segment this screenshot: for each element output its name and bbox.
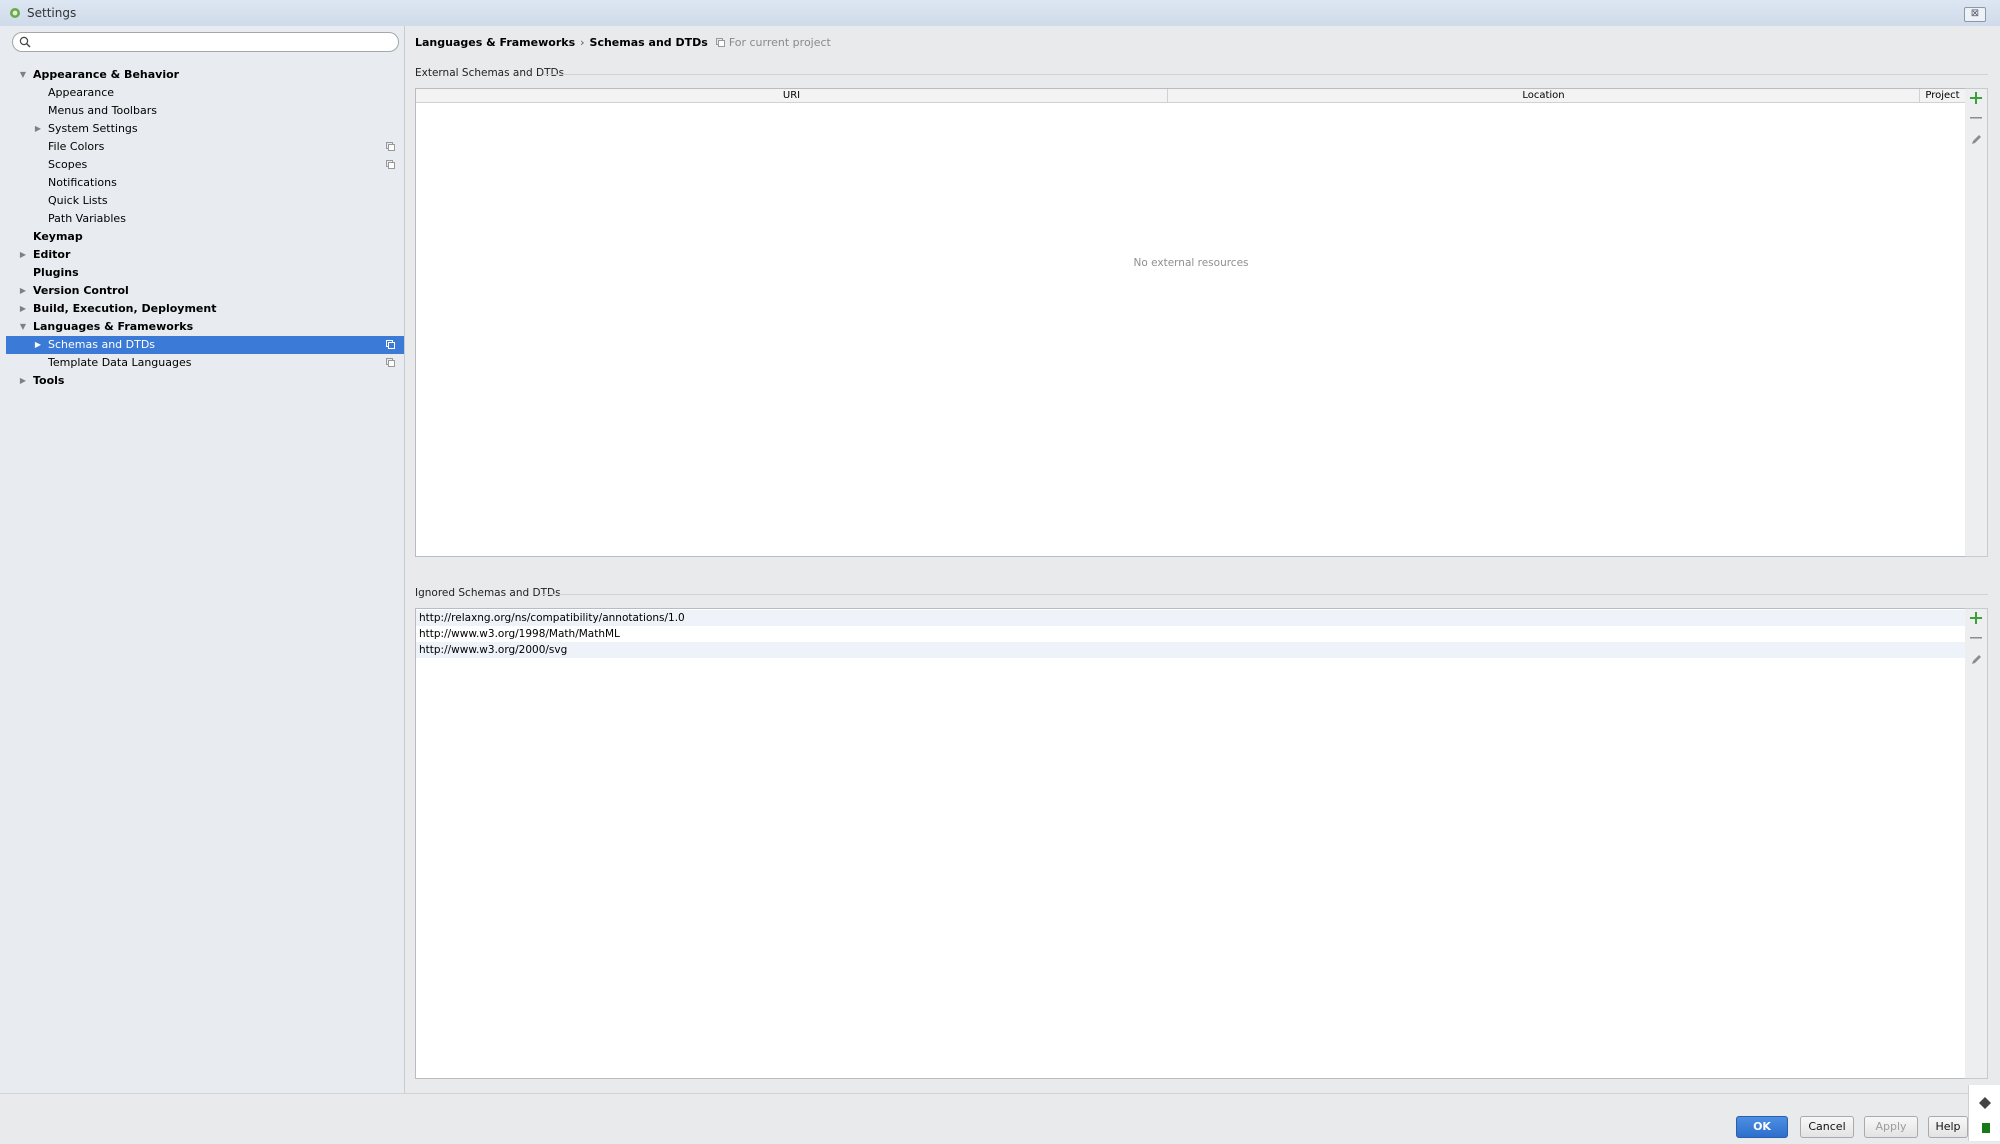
expand-arrow-right-icon[interactable]: ▶ [33, 120, 43, 138]
ignored-schema-row[interactable]: http://relaxng.org/ns/compatibility/anno… [416, 610, 1966, 626]
sidebar-item-label: Tools [33, 374, 65, 387]
sidebar-item-label: File Colors [48, 140, 105, 153]
project-scope-icon [386, 340, 395, 349]
sidebar-item[interactable]: Plugins [0, 264, 404, 282]
ignored-section-title: Ignored Schemas and DTDs [415, 587, 561, 599]
scope-label: For current project [728, 36, 831, 49]
sidebar-item-label: Appearance [48, 86, 115, 99]
settings-sidebar: ▼ Appearance & Behavior Appearance Menus an… [0, 26, 405, 1093]
breadcrumb-current: Schemas and DTDs [589, 36, 708, 49]
sidebar-item-label: Build, Execution, Deployment [33, 302, 217, 315]
expand-arrow-down-icon[interactable]: ▼ [18, 318, 28, 336]
project-scope-icon [386, 142, 395, 151]
breadcrumb: Languages & Frameworks › Schemas and DTDs F… [415, 36, 831, 49]
section-divider [543, 74, 1988, 75]
sidebar-item-label: Schemas and DTDs [48, 338, 156, 351]
expand-arrow-right-icon[interactable]: ▶ [18, 246, 28, 264]
remove-external-button[interactable] [1967, 109, 1985, 127]
edit-ignored-button[interactable] [1967, 651, 1985, 669]
remove-ignored-button[interactable] [1967, 629, 1985, 647]
remove-icon [1970, 637, 1982, 639]
expand-arrow-right-icon[interactable]: ▶ [33, 336, 43, 354]
column-header-project[interactable]: Project [1920, 89, 1965, 102]
ignored-schema-row[interactable]: http://www.w3.org/2000/svg [416, 642, 1966, 658]
sidebar-item-label: Editor [33, 248, 71, 261]
search-icon [19, 36, 31, 48]
add-icon [1970, 612, 1982, 624]
section-divider [541, 594, 1988, 595]
sidebar-item[interactable]: File Colors [0, 138, 404, 156]
sidebar-item-label: Notifications [48, 176, 117, 189]
close-icon: ⊠ [1970, 8, 1980, 19]
sidebar-item[interactable]: ▶ Version Control [0, 282, 404, 300]
add-ignored-button[interactable] [1967, 609, 1985, 627]
breadcrumb-parent: Languages & Frameworks [415, 36, 576, 49]
empty-table-message: No external resources [1133, 257, 1249, 269]
sidebar-item[interactable]: Keymap [0, 228, 404, 246]
sidebar-item[interactable]: ▼ Appearance & Behavior [0, 66, 404, 84]
column-header-uri[interactable]: URI [416, 89, 1168, 102]
sidebar-item[interactable]: Appearance [0, 84, 404, 102]
ignored-schemas-list[interactable]: http://relaxng.org/ns/compatibility/anno… [415, 608, 1967, 1079]
external-schemas-table[interactable]: URI Location Project No external resourc… [415, 88, 1967, 557]
ignored-toolbar [1965, 608, 1988, 1079]
ok-button[interactable]: OK [1736, 1116, 1788, 1138]
title-bar: Settings ⊠ [0, 0, 2000, 27]
settings-search-input[interactable] [12, 32, 399, 52]
remove-icon [1970, 117, 1982, 119]
project-scope-icon [715, 37, 725, 47]
sidebar-item[interactable]: Template Data Languages [0, 354, 404, 372]
sidebar-item[interactable]: ▼ Languages & Frameworks [0, 318, 404, 336]
pencil-icon [1972, 135, 1981, 144]
sidebar-item[interactable]: Notifications [0, 174, 404, 192]
column-header-location[interactable]: Location [1168, 89, 1920, 102]
sidebar-item-label: Keymap [33, 230, 83, 243]
expand-arrow-right-icon[interactable]: ▶ [18, 372, 28, 390]
sidebar-item[interactable]: ▶ Build, Execution, Deployment [0, 300, 404, 318]
edit-external-button[interactable] [1967, 131, 1985, 149]
sidebar-item-label: System Settings [48, 122, 138, 135]
sidebar-item-label: Template Data Languages [48, 356, 192, 369]
project-scope-icon [386, 160, 395, 169]
sidebar-item-label: Appearance & Behavior [33, 68, 180, 81]
breadcrumb-separator: › [580, 36, 585, 49]
add-icon [1970, 92, 1982, 104]
sidebar-item[interactable]: Quick Lists [0, 192, 404, 210]
sidebar-item[interactable]: ▶ System Settings [0, 120, 404, 138]
cancel-button[interactable]: Cancel [1800, 1116, 1854, 1138]
sidebar-item[interactable]: Scopes [0, 156, 404, 174]
expand-arrow-right-icon[interactable]: ▶ [18, 300, 28, 318]
sidebar-item-label: Menus and Toolbars [48, 104, 157, 117]
help-button[interactable]: Help [1928, 1116, 1968, 1138]
apply-button[interactable]: Apply [1864, 1116, 1918, 1138]
sidebar-item-label: Scopes [48, 158, 88, 171]
table-header: URI Location Project [416, 89, 1966, 103]
sidebar-item[interactable]: ▶ Editor [0, 246, 404, 264]
pencil-icon [1972, 655, 1981, 664]
sidebar-item-label: Languages & Frameworks [33, 320, 194, 333]
app-logo-icon [9, 7, 21, 19]
close-window-button[interactable]: ⊠ [1964, 7, 1986, 22]
window-title: Settings [27, 6, 77, 20]
sidebar-item[interactable]: ▶ Schemas and DTDs [6, 336, 404, 354]
add-external-button[interactable] [1967, 89, 1985, 107]
sidebar-item-label: Path Variables [48, 212, 126, 225]
expand-arrow-down-icon[interactable]: ▼ [18, 66, 28, 84]
sidebar-item-label: Version Control [33, 284, 129, 297]
sidebar-item-label: Plugins [33, 266, 79, 279]
settings-content: Languages & Frameworks › Schemas and DTDs F… [405, 26, 2000, 1093]
sidebar-item[interactable]: ▶ Tools [0, 372, 404, 390]
sidebar-item[interactable]: Menus and Toolbars [0, 102, 404, 120]
sidebar-item[interactable]: Path Variables [0, 210, 404, 228]
external-section-title: External Schemas and DTDs [415, 67, 565, 79]
dialog-button-bar: OK Cancel Apply Help [0, 1093, 2000, 1142]
diamond-icon [1979, 1097, 1991, 1133]
overlay-widget [1968, 1085, 2000, 1141]
external-toolbar [1965, 88, 1988, 557]
ignored-schema-row[interactable]: http://www.w3.org/1998/Math/MathML [416, 626, 1966, 642]
sidebar-item-label: Quick Lists [48, 194, 108, 207]
expand-arrow-right-icon[interactable]: ▶ [18, 282, 28, 300]
project-scope-icon [386, 358, 395, 367]
